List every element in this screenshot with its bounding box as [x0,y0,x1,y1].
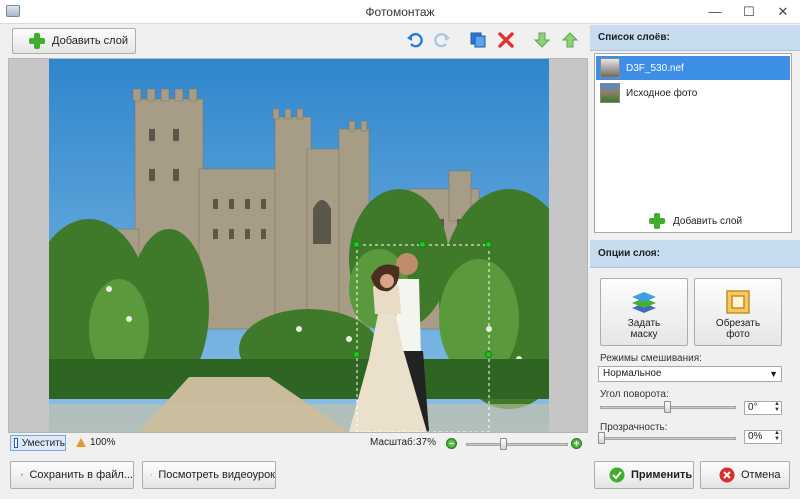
selection-handle[interactable] [419,241,426,248]
crop-photo-button[interactable]: Обрезать фото [694,278,782,346]
crop-icon [726,290,750,314]
layer-item[interactable]: D3F_530.nef [596,56,790,80]
montage-photo[interactable] [49,59,549,432]
spin-arrows-icon[interactable]: ▲ ▼ [774,401,780,413]
opacity-slider-track[interactable] [600,437,736,440]
apply-button[interactable]: Применить [594,461,694,489]
title-bar: Фотомонтаж — ☐ ✕ [0,0,800,24]
layers-stack-icon [632,292,656,313]
zoom-100-button[interactable]: 100% [76,437,116,448]
scale-slider-track[interactable] [466,443,568,446]
move-layer-up-icon[interactable] [560,30,580,50]
status-bar: Уместить 100% Масштаб: 37% – + [8,434,588,452]
watch-video-button[interactable]: Посмотреть видеоурок [142,461,276,489]
rotation-slider-thumb[interactable] [664,401,671,413]
copy-layer-icon[interactable] [468,30,488,50]
rotation-label: Угол поворота: [600,389,669,400]
maximize-button[interactable]: ☐ [732,0,766,24]
redo-icon[interactable] [432,30,452,50]
add-layer-button[interactable]: Добавить слой [12,28,136,54]
checkmark-icon [609,467,625,483]
undo-icon[interactable] [405,30,425,50]
move-layer-down-icon[interactable] [532,30,552,50]
zoom-in-button[interactable]: + [571,438,582,449]
spin-arrows-icon[interactable]: ▲ ▼ [774,430,780,442]
zoom-out-button[interactable]: – [446,438,457,449]
minimize-button[interactable]: — [698,0,732,24]
opacity-label: Прозрачность: [600,422,668,433]
blend-mode-select[interactable]: Нормальное ▼ [598,366,782,382]
opacity-slider-thumb[interactable] [598,432,605,444]
window-title: Фотомонтаж [365,5,435,19]
fit-icon [14,438,18,448]
options-panel-header: Опции слоя: [590,240,800,268]
rotation-input[interactable]: 0° ▲ ▼ [744,401,782,415]
scale-slider-thumb[interactable] [500,438,507,450]
layer-item[interactable]: Исходное фото [596,81,790,105]
layer-thumbnail [600,58,620,78]
toolbar: Добавить слой [0,25,588,57]
selection-handle[interactable] [485,241,492,248]
webcam-icon [151,474,153,476]
chevron-down-icon: ▼ [769,369,778,379]
fit-button[interactable]: Уместить [10,435,66,451]
layers-list: D3F_530.nef Исходное фото Добавить слой [594,53,792,233]
zoom-icon [76,438,86,447]
cancel-button[interactable]: Отмена [700,461,790,489]
close-window-button[interactable]: ✕ [766,0,800,24]
layers-panel-header: Список слоёв: [590,25,800,51]
floppy-disk-icon [21,473,24,477]
opacity-input[interactable]: 0% ▲ ▼ [744,430,782,444]
delete-layer-icon[interactable] [496,30,516,50]
plus-icon [649,213,665,229]
canvas-area[interactable] [8,58,588,433]
plus-icon [29,33,45,49]
add-layer-link[interactable]: Добавить слой [649,213,742,229]
bottom-bar: Сохранить в файл... Посмотреть видеоурок… [0,456,800,499]
scale-label: Масштаб: [370,437,416,448]
scale-value: 37% [416,437,437,448]
selection-handle[interactable] [485,351,492,358]
cancel-icon [719,467,735,483]
selection-handle[interactable] [353,241,360,248]
set-mask-button[interactable]: Задать маску [600,278,688,346]
layer-thumbnail [600,83,620,103]
selection-handle[interactable] [353,351,360,358]
save-to-file-button[interactable]: Сохранить в файл... [10,461,134,489]
blend-mode-label: Режимы смешивания: [600,353,702,364]
